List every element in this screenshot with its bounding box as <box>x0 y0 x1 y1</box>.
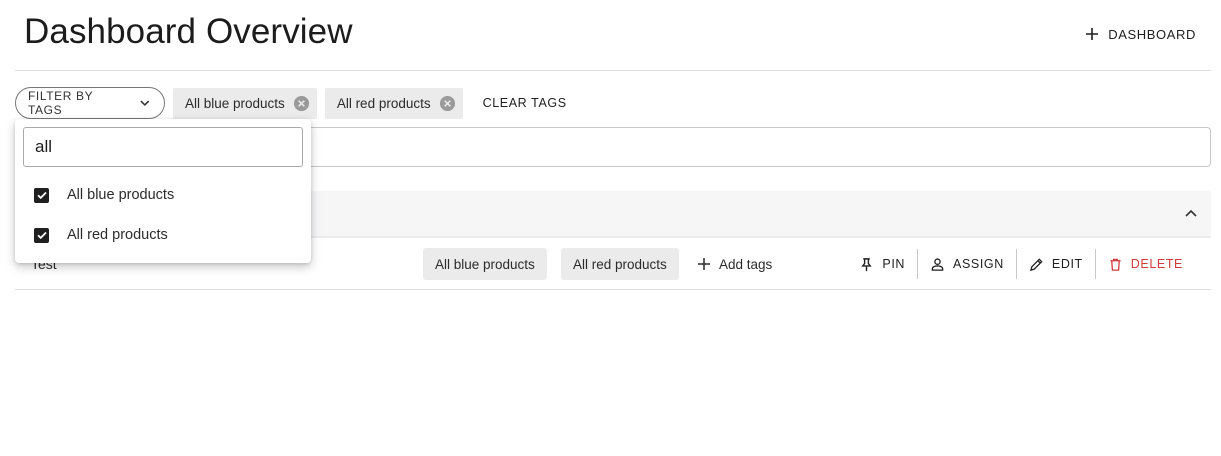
delete-label: DELETE <box>1130 257 1183 271</box>
add-dashboard-label: DASHBOARD <box>1108 26 1196 42</box>
clear-tags-button[interactable]: CLEAR TAGS <box>483 96 567 110</box>
trash-icon <box>1110 258 1121 271</box>
tag-filter-bar: FILTER BY TAGS All blue products All red… <box>15 87 567 119</box>
row-tag-label: All blue products <box>435 256 535 272</box>
dropdown-option[interactable]: All blue products <box>15 175 311 215</box>
edit-button[interactable]: EDIT <box>1015 249 1095 279</box>
tag-search-input[interactable] <box>23 127 303 167</box>
checkbox-checked-icon[interactable] <box>34 227 49 243</box>
pin-button[interactable]: PIN <box>847 249 917 279</box>
pencil-icon <box>1029 257 1043 271</box>
page-header: Dashboard Overview DASHBOARD <box>15 0 1211 71</box>
tag-filter-dropdown: All blue products All red products <box>15 119 311 263</box>
delete-button[interactable]: DELETE <box>1094 249 1195 279</box>
row-actions: PIN ASSIGN EDIT DELETE <box>847 249 1195 279</box>
row-tag-label: All red products <box>573 256 667 272</box>
assign-label: ASSIGN <box>953 257 1004 271</box>
pin-icon <box>861 257 873 271</box>
page-title: Dashboard Overview <box>24 12 353 51</box>
filter-by-tags-label: FILTER BY TAGS <box>28 89 93 117</box>
chip-label: All blue products <box>185 95 285 111</box>
dropdown-option[interactable]: All red products <box>15 215 311 255</box>
close-circle-icon[interactable] <box>293 95 310 112</box>
add-dashboard-button[interactable]: DASHBOARD <box>1084 20 1196 48</box>
chevron-up-icon[interactable] <box>1183 206 1199 222</box>
add-tags-label: Add tags <box>719 256 773 272</box>
assign-button[interactable]: ASSIGN <box>917 249 1016 279</box>
close-circle-icon[interactable] <box>439 95 456 112</box>
dropdown-option-label: All red products <box>67 227 168 243</box>
chevron-down-icon <box>140 100 150 107</box>
selected-tag-chip: All blue products <box>173 87 317 119</box>
add-tags-button[interactable]: Add tags <box>697 248 772 280</box>
filter-by-tags-button[interactable]: FILTER BY TAGS <box>15 87 165 119</box>
row-tag-chip: All blue products <box>423 248 547 280</box>
dropdown-option-label: All blue products <box>67 187 175 203</box>
plus-icon <box>698 258 710 270</box>
chip-label: All red products <box>336 95 431 111</box>
checkbox-checked-icon[interactable] <box>34 187 49 203</box>
selected-tag-chip: All red products <box>324 87 463 119</box>
person-icon <box>931 257 944 271</box>
plus-icon <box>1086 28 1099 40</box>
pin-label: PIN <box>882 257 906 271</box>
edit-label: EDIT <box>1051 257 1083 271</box>
row-tag-chip: All red products <box>561 248 679 280</box>
